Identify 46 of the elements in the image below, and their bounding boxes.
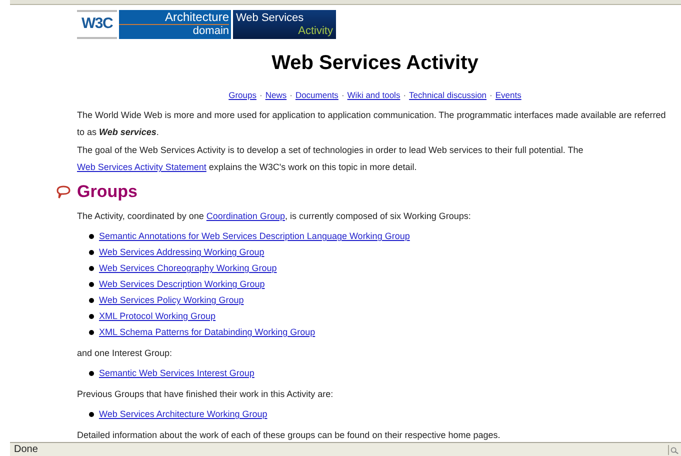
text-link[interactable]: Coordination Group xyxy=(206,211,285,221)
speech-bubble-icon xyxy=(56,184,71,200)
text-link[interactable]: Web Services Addressing Working Group xyxy=(99,246,264,258)
nav-separator: · xyxy=(341,89,344,101)
bullet-icon xyxy=(89,282,94,286)
nav-link[interactable]: Documents xyxy=(295,89,338,101)
bullet-icon xyxy=(89,250,94,254)
text-link[interactable]: Semantic Web Services Interest Group xyxy=(99,367,254,379)
nav-separator: · xyxy=(259,89,262,101)
text-link[interactable]: Web Services Activity Statement xyxy=(77,162,206,172)
text-link[interactable]: XML Schema Patterns for Databinding Working Group xyxy=(99,326,316,338)
text-link[interactable]: Web Services Policy Working Group xyxy=(99,294,244,306)
nav-link[interactable]: Events xyxy=(495,89,522,101)
banner-text: Activity xyxy=(297,24,333,38)
paragraph: Previous Groups that have finished their work in this Activity are: xyxy=(77,388,334,400)
paragraph: Detailed information about the work of each of these groups can be found on their respective home pages. xyxy=(77,429,502,441)
nav-separator: · xyxy=(403,89,406,101)
banner-text: Web Services xyxy=(236,12,305,24)
text-link[interactable]: Web Services Architecture Working Group xyxy=(99,408,268,420)
nav-link[interactable]: Groups xyxy=(228,89,256,101)
nav-separator: · xyxy=(490,89,492,101)
text-link[interactable]: XML Protocol Working Group xyxy=(99,310,216,322)
banner-text: domain xyxy=(192,25,229,38)
paragraph: The World Wide Web is more and more used for application to application communication. The programmatic interfaces made available are referred to as Web services. xyxy=(77,109,667,139)
bullet-icon xyxy=(89,298,94,302)
nav-link[interactable]: Technical discussion xyxy=(409,89,487,101)
page-title: Web Services Activity xyxy=(270,51,480,75)
bullet-icon xyxy=(89,370,94,376)
nav-separator: · xyxy=(290,89,292,101)
paragraph: The Activity, coordinated by one Coordination Group, is currently composed of six Working Groups: xyxy=(77,210,472,222)
bullet-icon xyxy=(89,234,94,238)
nav-link[interactable]: News xyxy=(265,89,287,101)
text-link[interactable]: Semantic Annotations for Web Services Description Language Working Group xyxy=(99,230,410,242)
bullet-icon xyxy=(89,314,94,318)
logo: W3C xyxy=(77,10,117,39)
banner-text: Architecture xyxy=(119,11,229,25)
paragraph: and one Interest Group: xyxy=(77,347,174,359)
bullet-icon xyxy=(89,412,94,416)
section-heading: Groups xyxy=(77,181,138,203)
status-text: Done xyxy=(13,444,39,454)
nav-link[interactable]: Wiki and tools xyxy=(347,89,400,101)
paragraph: The goal of the Web Services Activity is to develop a set of technologies in order to lead Web services to their full potential. The Web Services Activity Statement explains the W3C's work on this topic in more detail. xyxy=(77,144,584,174)
text-link[interactable]: Web Services Choreography Working Group xyxy=(99,262,277,274)
bullet-icon xyxy=(89,330,94,334)
text-link[interactable]: Web Services Description Working Group xyxy=(99,278,265,290)
bullet-icon xyxy=(89,266,94,270)
